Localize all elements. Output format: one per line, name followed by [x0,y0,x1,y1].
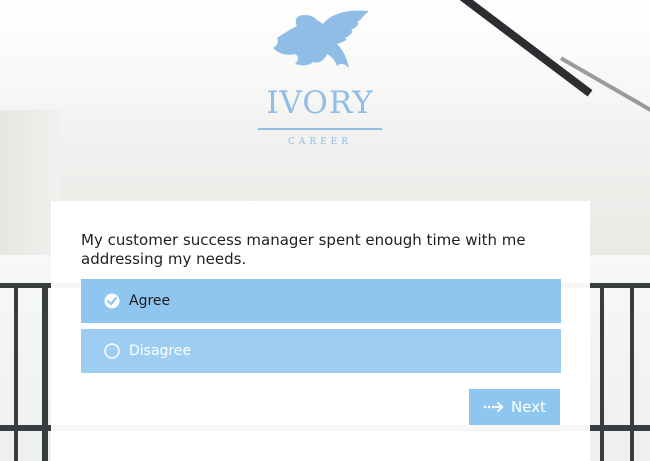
next-button-label: Next [511,398,546,416]
brand-name: IVORY [266,85,374,121]
option-label: Disagree [129,343,192,359]
brand-divider [258,128,382,130]
eagle-icon [273,10,369,69]
option-agree[interactable]: Agree [81,279,561,323]
brand-tagline: CAREER [287,137,353,147]
brand-logo: IVORY CAREER [240,8,400,147]
survey-card: My customer success manager spent enough… [51,201,590,461]
window-frame [600,283,604,461]
checked-circle-icon [104,293,120,309]
empty-circle-icon [104,343,120,359]
option-label: Agree [129,293,171,309]
option-disagree[interactable]: Disagree [81,329,561,373]
window-frame [630,283,634,461]
survey-question: My customer success manager spent enough… [81,231,526,268]
answer-options: Agree Disagree [81,279,561,379]
window-frame [14,283,18,461]
next-button[interactable]: Next [469,389,560,425]
window-frame [42,283,48,461]
dashed-arrow-right-icon [483,400,505,414]
